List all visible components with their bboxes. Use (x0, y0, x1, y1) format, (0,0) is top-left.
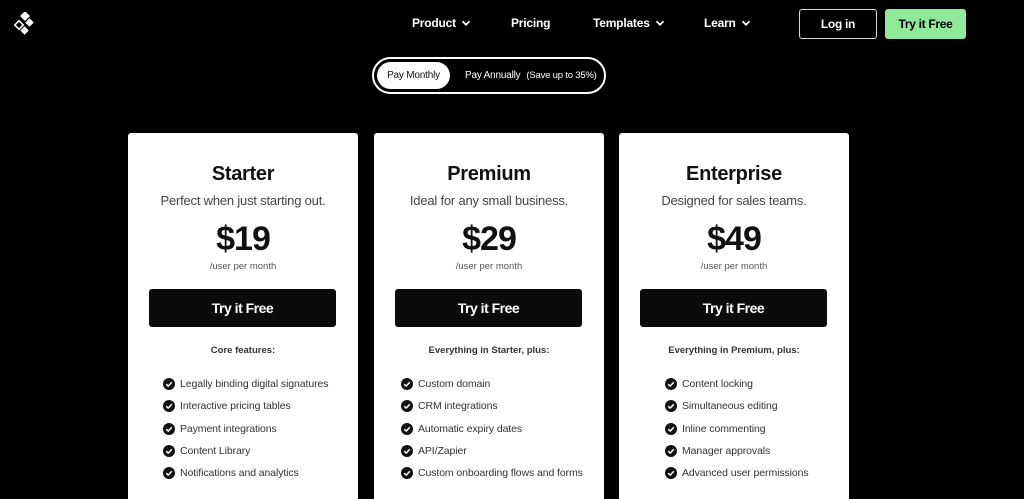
check-circle-icon (163, 445, 175, 458)
premium-try-free-button[interactable]: Try it Free (395, 289, 582, 327)
plan-description: Ideal for any small business. (409, 193, 569, 208)
feature-list: Legally binding digital signatures Inter… (163, 373, 328, 484)
plan-price-unit: /user per month (209, 261, 277, 272)
list-item: Manager approvals (665, 440, 808, 462)
plan-description: Designed for sales teams. (661, 193, 807, 208)
check-circle-icon (401, 422, 413, 435)
feature-list: Content locking Simultaneous editing Inl… (665, 373, 809, 484)
feature-label: Custom onboarding flows and forms (418, 467, 583, 480)
login-button[interactable]: Log in (799, 9, 877, 39)
nav-pricing[interactable]: Pricing (511, 16, 550, 30)
feature-label: CRM integrations (418, 400, 498, 413)
plan-price: $29 (462, 220, 517, 258)
pay-annually-label: Pay Annually (465, 70, 521, 81)
check-circle-icon (665, 445, 677, 458)
plan-name: Premium (447, 163, 531, 185)
feature-label: Legally binding digital signatures (180, 378, 329, 391)
list-item: Custom onboarding flows and forms (401, 462, 583, 484)
chevron-down-icon (461, 20, 471, 26)
list-item: Interactive pricing tables (163, 395, 328, 417)
check-circle-icon (401, 467, 413, 480)
pay-annually-option[interactable]: Pay Annually (Save up to 35%) (465, 62, 597, 89)
check-circle-icon (401, 400, 413, 413)
plan-name: Starter (211, 163, 275, 185)
list-item: Custom domain (401, 373, 583, 395)
list-item: Legally binding digital signatures (163, 373, 328, 395)
check-circle-icon (163, 400, 175, 413)
check-circle-icon (665, 400, 677, 413)
chevron-down-icon (655, 20, 664, 26)
feature-label: API/Zapier (418, 445, 467, 458)
enterprise-try-free-button[interactable]: Try it Free (640, 289, 827, 327)
list-item: Payment integrations (163, 418, 328, 440)
feature-label: Simultaneous editing (682, 400, 778, 413)
nav-product[interactable]: Product (412, 16, 471, 30)
check-circle-icon (401, 378, 413, 391)
list-item: Inline commenting (665, 418, 808, 440)
plan-price: $19 (216, 220, 271, 258)
check-circle-icon (163, 378, 175, 391)
chevron-down-icon (741, 20, 750, 26)
list-item: Notifications and analytics (163, 462, 328, 484)
plan-description: Perfect when just starting out. (160, 193, 326, 208)
nav-learn[interactable]: Learn (704, 16, 751, 30)
billing-toggle: Pay Monthly Pay Annually (Save up to 35%… (372, 57, 606, 94)
feature-label: Payment integrations (180, 422, 277, 435)
list-item: Automatic expiry dates (401, 418, 583, 440)
feature-label: Custom domain (418, 378, 491, 391)
plan-name: Enterprise (686, 163, 782, 185)
list-item: Advanced user permissions (665, 462, 809, 484)
nav-templates-label: Templates (593, 16, 650, 30)
list-item: Content locking (665, 373, 808, 395)
list-item: API/Zapier (401, 440, 583, 462)
plan-card-starter: Starter Perfect when just starting out. … (128, 133, 358, 499)
list-item: CRM integrations (401, 395, 583, 417)
check-circle-icon (665, 467, 677, 480)
feature-label: Automatic expiry dates (418, 422, 523, 435)
check-circle-icon (401, 445, 413, 458)
features-heading: Everything in Starter, plus: (428, 345, 550, 356)
features-heading: Everything in Premium, plus: (668, 345, 800, 356)
nav-learn-label: Learn (704, 16, 736, 30)
feature-list: Custom domain CRM integrations Automatic… (401, 373, 583, 484)
list-item: Simultaneous editing (665, 395, 808, 417)
feature-label: Interactive pricing tables (180, 400, 291, 413)
feature-label: Inline commenting (682, 422, 766, 435)
feature-label: Content locking (682, 378, 753, 391)
header-try-free-button[interactable]: Try it Free (885, 9, 966, 39)
check-circle-icon (163, 422, 175, 435)
feature-label: Content Library (180, 445, 251, 458)
nav-product-label: Product (412, 16, 456, 30)
check-circle-icon (665, 378, 677, 391)
starter-try-free-button[interactable]: Try it Free (149, 289, 336, 327)
list-item: Content Library (163, 440, 328, 462)
features-heading: Core features: (210, 345, 276, 356)
plan-price: $49 (707, 220, 762, 258)
pay-monthly-option[interactable]: Pay Monthly (377, 62, 450, 89)
nav-templates[interactable]: Templates (593, 16, 665, 30)
check-circle-icon (163, 467, 175, 480)
check-circle-icon (665, 422, 677, 435)
plan-price-unit: /user per month (700, 261, 768, 272)
feature-label: Advanced user permissions (682, 467, 809, 480)
plan-card-enterprise: Enterprise Designed for sales teams. $49… (619, 133, 849, 499)
nav-pricing-label: Pricing (511, 16, 551, 30)
plan-price-unit: /user per month (455, 261, 523, 272)
feature-label: Manager approvals (682, 445, 771, 458)
annual-savings-note: (Save up to 35%) (526, 70, 597, 81)
feature-label: Notifications and analytics (180, 467, 299, 480)
plan-card-premium: Premium Ideal for any small business. $2… (374, 133, 604, 499)
